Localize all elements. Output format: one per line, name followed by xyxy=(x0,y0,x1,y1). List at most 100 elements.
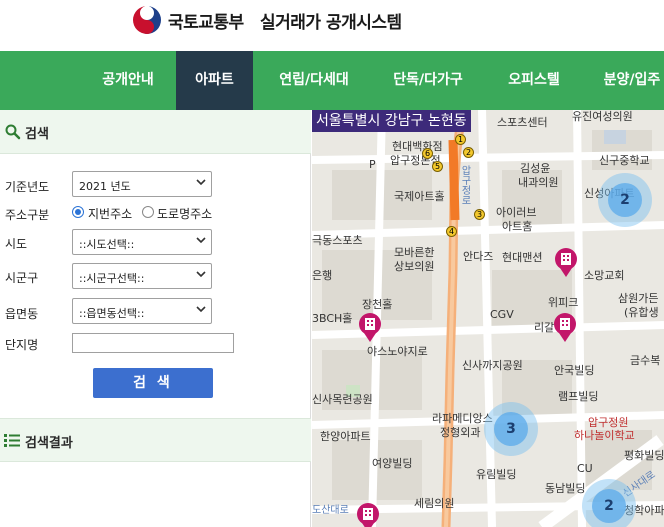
map-poi-label: 상보의원 xyxy=(394,260,435,273)
apartment-pin-icon[interactable] xyxy=(358,312,382,342)
map-poi-label: 유진여성의원 xyxy=(572,110,633,123)
map-poi-label: 3BCH홀 xyxy=(312,312,353,325)
search-panel-title: 검색 xyxy=(25,127,49,142)
sido-label: 시도 xyxy=(5,237,28,251)
map-poi-label: 평화빌딩 xyxy=(624,449,664,462)
year-select-value: 2021 년도 xyxy=(79,180,131,193)
map-road-label: 도산대로 xyxy=(312,505,349,516)
map-poi-label: 여양빌딩 xyxy=(372,457,413,470)
map-poi-label: 모바른한 xyxy=(394,246,435,259)
map-poi-label: 위피크 xyxy=(548,296,579,309)
chevron-down-icon xyxy=(196,237,206,244)
complex-label: 단지명 xyxy=(5,338,39,352)
main-nav: 공개안내 아파트 연립/다세대 단독/다가구 오피스텔 분양/입주 xyxy=(0,51,664,110)
map-poi-label: 신사까지공원 xyxy=(462,359,523,372)
subway-marker-2: 2 xyxy=(463,147,474,158)
lot-address-radio[interactable] xyxy=(72,206,84,218)
sigungu-label: 시군구 xyxy=(5,271,39,285)
address-type-label: 주소구분 xyxy=(5,208,50,222)
year-select[interactable]: 2021 년도 xyxy=(72,171,212,197)
map-poi-label: CU xyxy=(577,462,593,475)
map-poi-label: 신구중학교 xyxy=(599,154,650,167)
subway-marker-4: 4 xyxy=(446,226,457,237)
cluster-count: 2 xyxy=(620,192,630,208)
sido-select[interactable]: ::시도선택:: xyxy=(72,229,212,255)
map-poi-label: 신사목련공원 xyxy=(312,393,373,406)
complex-name-input[interactable] xyxy=(72,333,234,353)
map-poi-label: 삼원가든 xyxy=(618,292,659,305)
map-poi-label: 현대맨션 xyxy=(502,251,543,264)
road-address-radio[interactable] xyxy=(142,206,154,218)
ministry-name[interactable]: 국토교통부 xyxy=(168,8,244,33)
nav-item-presale[interactable]: 분양/입주 xyxy=(592,51,664,110)
year-label: 기준년도 xyxy=(5,180,50,194)
map-poi-label: CGV xyxy=(490,308,514,321)
map-poi-label: 현대백화점 xyxy=(392,140,443,153)
map-poi-label: 은행 xyxy=(312,269,333,282)
subway-marker-5: 5 xyxy=(432,161,443,172)
map-poi-label: 아트홈 xyxy=(502,220,533,233)
nav-item-apartment[interactable]: 아파트 xyxy=(176,51,253,110)
map-poi-label: 세림의원 xyxy=(414,497,455,510)
map-poi-label: 하나놀이학교 xyxy=(574,429,635,442)
search-icon xyxy=(5,124,21,140)
eupmyeondong-select-value: ::읍면동선택:: xyxy=(79,307,145,320)
map-poi-label: 극동스포츠 xyxy=(312,234,363,247)
sido-select-value: ::시도선택:: xyxy=(79,238,135,251)
nav-item-guide[interactable]: 공개안내 xyxy=(84,51,172,110)
transaction-cluster[interactable]: 3 xyxy=(484,402,538,456)
eupmyeondong-label: 읍면동 xyxy=(5,307,39,321)
map-poi-label: 압구정원 xyxy=(588,416,629,429)
map-poi-label: (유합생 xyxy=(624,306,659,319)
map-poi-label: 야스노야지로 xyxy=(367,345,428,358)
nav-item-officetel[interactable]: 오피스텔 xyxy=(494,51,574,110)
chevron-down-icon xyxy=(196,179,206,186)
map-poi-label: 국제아트홀 xyxy=(394,190,445,203)
map-poi-label: 소망교회 xyxy=(584,269,625,282)
apartment-pin-icon[interactable] xyxy=(553,312,577,342)
nav-item-detached[interactable]: 단독/다가구 xyxy=(378,51,478,110)
map-poi-label: 안다즈 xyxy=(463,250,494,263)
map-poi-label: P xyxy=(369,158,376,171)
subway-marker-3: 3 xyxy=(474,209,485,220)
map-poi-label: 아이러브 xyxy=(496,206,537,219)
location-banner: 서울특별시 강남구 논현동 xyxy=(312,110,471,132)
cluster-count: 2 xyxy=(604,498,614,514)
sigungu-select-value: ::시군구선택:: xyxy=(79,272,145,285)
chevron-down-icon xyxy=(196,271,206,278)
map-poi-label: 정형외과 xyxy=(440,426,481,439)
map-poi-label: 내과의원 xyxy=(518,176,559,189)
system-title[interactable]: 실거래가 공개시스템 xyxy=(260,8,402,33)
apartment-pin-icon[interactable] xyxy=(356,502,380,527)
transaction-cluster[interactable]: 2 xyxy=(582,479,636,527)
lot-address-label: 지번주소 xyxy=(88,207,133,221)
map-view[interactable]: 서울특별시 강남구 논현동 스포츠센터 유진여성의원 현대백화점 압구정본점 P… xyxy=(312,110,664,527)
transaction-cluster[interactable]: 2 xyxy=(598,173,652,227)
results-panel-title: 검색결과 xyxy=(25,436,73,451)
results-panel-header: 검색결과 xyxy=(0,418,311,462)
eupmyeondong-select[interactable]: ::읍면동선택:: xyxy=(72,298,212,324)
government-emblem-icon xyxy=(133,6,161,34)
map-road-label: 압구정로 xyxy=(459,165,470,205)
map-poi-label: 스포츠센터 xyxy=(497,116,548,129)
sigungu-select[interactable]: ::시군구선택:: xyxy=(72,263,212,289)
map-poi-label: 램프빌딩 xyxy=(558,390,599,403)
map-poi-label: 동남빌딩 xyxy=(545,482,586,495)
list-icon xyxy=(4,434,20,447)
map-poi-label: 안국빌딩 xyxy=(554,364,595,377)
search-button[interactable]: 검 색 xyxy=(93,368,213,398)
subway-marker-6: 6 xyxy=(422,148,433,159)
map-poi-label: 유림빌딩 xyxy=(476,468,517,481)
apartment-pin-icon[interactable] xyxy=(554,247,578,277)
cluster-count: 3 xyxy=(506,421,516,437)
map-poi-label: 리갈 xyxy=(534,321,555,334)
header: 국토교통부 실거래가 공개시스템 xyxy=(0,0,664,51)
map-poi-label: 장천홀 xyxy=(362,298,393,311)
road-address-label: 도로명주소 xyxy=(157,207,213,221)
chevron-down-icon xyxy=(196,306,206,313)
nav-item-rowhouse[interactable]: 연립/다세대 xyxy=(262,51,366,110)
map-poi-label: 한양아파트 xyxy=(320,430,371,443)
map-poi-label: 금수복 xyxy=(630,354,661,367)
search-panel-header: 검색 xyxy=(0,110,311,154)
map-poi-label: 김성윤 xyxy=(520,162,551,175)
